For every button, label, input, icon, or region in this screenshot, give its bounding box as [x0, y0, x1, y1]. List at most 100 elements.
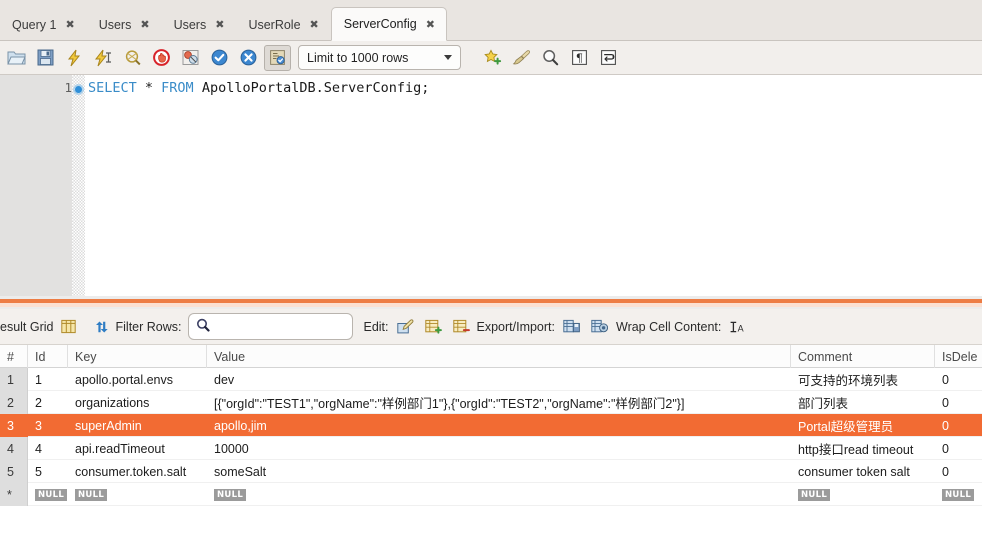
row-number[interactable]: 1 [0, 368, 28, 391]
beautify-sql-icon[interactable] [508, 45, 535, 71]
cell-value[interactable]: [{"orgId":"TEST1","orgName":"样例部门1"},{"o… [207, 391, 791, 414]
tab-userrole[interactable]: UserRole ✖ [236, 9, 329, 40]
cell-key[interactable]: organizations [68, 391, 207, 414]
toggle-autocommit-icon[interactable] [264, 44, 291, 71]
save-script-icon[interactable] [32, 45, 59, 71]
tab-label: Users [173, 17, 207, 32]
cell-key[interactable]: apollo.portal.envs [68, 368, 207, 391]
filter-rows-input[interactable] [215, 318, 340, 335]
close-icon[interactable]: ✖ [310, 19, 319, 30]
table-row[interactable]: 2 2 organizations [{"orgId":"TEST1","org… [0, 391, 982, 414]
tab-label: Query 1 [12, 17, 57, 32]
column-header-isdeleted[interactable]: IsDele [935, 345, 982, 368]
cell-comment[interactable]: http接口read timeout [791, 437, 935, 460]
new-row-placeholder[interactable]: * NULL NULL NULL NULL NULL [0, 483, 982, 506]
tab-serverconfig[interactable]: ServerConfig ✖ [330, 7, 447, 41]
result-grid[interactable]: # Id Key Value Comment IsDele 1 1 apollo… [0, 345, 982, 557]
toggle-wrapping-icon[interactable] [595, 45, 622, 71]
cell-key[interactable]: consumer.token.salt [68, 460, 207, 483]
delete-row-icon[interactable] [452, 319, 470, 334]
commit-icon[interactable] [206, 45, 233, 71]
cell-isdeleted[interactable]: 0 [935, 414, 982, 437]
table-row[interactable]: 1 1 apollo.portal.envs dev 可支持的环境列表 0 [0, 368, 982, 391]
cell-id[interactable]: 5 [28, 460, 68, 483]
line-number: 1 [64, 80, 72, 95]
tab-users-1[interactable]: Users ✖ [87, 9, 161, 40]
cell-value[interactable]: dev [207, 368, 791, 391]
cell-value[interactable]: someSalt [207, 460, 791, 483]
column-header-value[interactable]: Value [207, 345, 791, 368]
insert-row-icon[interactable] [424, 319, 442, 334]
result-grid-view-icon[interactable] [60, 319, 76, 334]
filter-rows-icon[interactable] [94, 320, 109, 334]
cell-isdeleted[interactable]: 0 [935, 368, 982, 391]
column-header-id[interactable]: Id [28, 345, 68, 368]
sql-editor-area[interactable]: 1 SELECT * FROM ApolloPortalDB.ServerCon… [0, 75, 982, 296]
svg-text:¶: ¶ [576, 51, 583, 64]
rollback-icon[interactable] [235, 45, 262, 71]
cell-key[interactable]: superAdmin [68, 414, 207, 437]
close-icon[interactable]: ✖ [65, 19, 74, 30]
cell-isdeleted[interactable]: 0 [935, 437, 982, 460]
column-header-rownum[interactable]: # [0, 345, 28, 368]
stop-execution-icon[interactable] [148, 45, 175, 71]
results-splitter[interactable] [0, 296, 982, 309]
toggle-invisible-chars-icon[interactable]: ¶ [566, 45, 593, 71]
column-header-key[interactable]: Key [68, 345, 207, 368]
table-row[interactable]: 5 5 consumer.token.salt someSalt consume… [0, 460, 982, 483]
wrap-cell-content-icon[interactable]: A [729, 320, 745, 334]
open-script-icon[interactable] [3, 45, 30, 71]
cell-comment-null[interactable]: NULL [791, 483, 935, 506]
cell-isdeleted[interactable]: 0 [935, 391, 982, 414]
tab-users-2[interactable]: Users ✖ [162, 9, 236, 40]
execute-statement-icon[interactable] [61, 45, 88, 71]
cell-key-null[interactable]: NULL [68, 483, 207, 506]
wrap-cell-content-label: Wrap Cell Content: [616, 319, 722, 334]
row-number[interactable]: 3 [0, 414, 28, 437]
cell-isdeleted[interactable]: 0 [935, 460, 982, 483]
cell-value[interactable]: apollo,jim [207, 414, 791, 437]
import-recordset-icon[interactable] [591, 319, 608, 334]
column-header-comment[interactable]: Comment [791, 345, 935, 368]
cell-comment[interactable]: 可支持的环境列表 [791, 368, 935, 391]
cell-id-null[interactable]: NULL [28, 483, 68, 506]
export-recordset-icon[interactable] [563, 319, 580, 334]
close-icon[interactable]: ✖ [140, 19, 149, 30]
cell-id[interactable]: 3 [28, 414, 68, 437]
cell-comment[interactable]: 部门列表 [791, 391, 935, 414]
cell-value[interactable]: 10000 [207, 437, 791, 460]
row-number[interactable]: * [0, 483, 28, 506]
null-badge: NULL [35, 488, 68, 501]
row-limit-dropdown[interactable]: Limit to 1000 rows [298, 45, 461, 70]
toggle-stop-on-error-icon[interactable] [177, 45, 204, 71]
tab-query-1[interactable]: Query 1 ✖ [0, 9, 86, 40]
cell-id[interactable]: 1 [28, 368, 68, 391]
close-icon[interactable]: ✖ [215, 19, 224, 30]
result-grid-label: esult Grid [0, 319, 54, 334]
null-badge: NULL [75, 488, 108, 501]
edit-cell-icon[interactable] [396, 319, 414, 334]
cell-value-null[interactable]: NULL [207, 483, 791, 506]
sql-statement-text[interactable]: SELECT * FROM ApolloPortalDB.ServerConfi… [88, 79, 429, 98]
close-icon[interactable]: ✖ [426, 19, 435, 30]
cell-comment[interactable]: consumer token salt [791, 460, 935, 483]
editor-tab-bar: Query 1 ✖ Users ✖ Users ✖ UserRole ✖ Ser… [0, 0, 982, 41]
execute-current-statement-icon[interactable] [90, 45, 117, 71]
row-number[interactable]: 2 [0, 391, 28, 414]
save-snippet-icon[interactable] [479, 45, 506, 71]
cell-id[interactable]: 4 [28, 437, 68, 460]
cell-isdeleted-null[interactable]: NULL [935, 483, 982, 506]
filter-rows-input-wrapper[interactable] [188, 313, 354, 340]
cell-id[interactable]: 2 [28, 391, 68, 414]
row-number[interactable]: 4 [0, 437, 28, 460]
svg-text:A: A [738, 323, 744, 333]
find-icon[interactable] [537, 45, 564, 71]
cell-key[interactable]: api.readTimeout [68, 437, 207, 460]
cell-comment[interactable]: Portal超级管理员 [791, 414, 935, 437]
statement-marker-icon [75, 86, 82, 93]
sql-keyword-from: FROM [161, 80, 194, 96]
table-row[interactable]: 3 3 superAdmin apollo,jim Portal超级管理员 0 [0, 414, 982, 437]
row-number[interactable]: 5 [0, 460, 28, 483]
table-row[interactable]: 4 4 api.readTimeout 10000 http接口read tim… [0, 437, 982, 460]
explain-statement-icon[interactable] [119, 45, 146, 71]
